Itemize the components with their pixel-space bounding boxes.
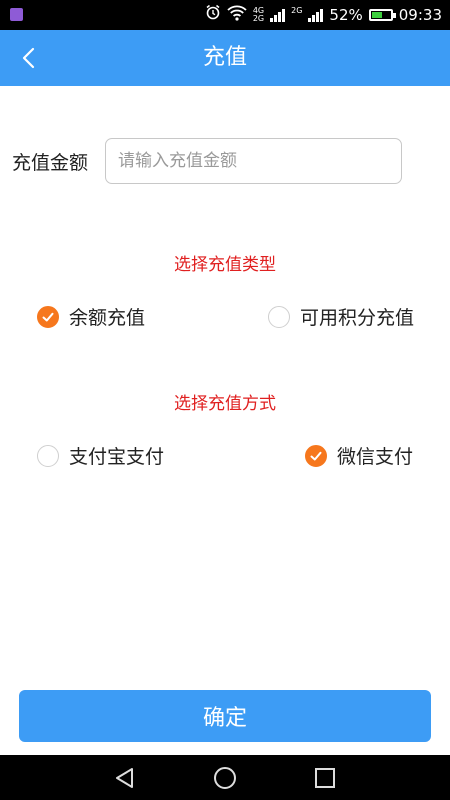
network2-label: 2G bbox=[291, 7, 302, 23]
option-points-recharge[interactable]: 可用积分充值 bbox=[268, 303, 414, 330]
page-title: 充值 bbox=[202, 45, 247, 70]
radio-wechat-pay[interactable] bbox=[305, 444, 327, 467]
radio-points-recharge[interactable] bbox=[268, 305, 290, 328]
payment-method-title: 选择充值方式 bbox=[174, 394, 276, 414]
recharge-type-title: 选择充值类型 bbox=[174, 255, 276, 275]
system-nav-bar bbox=[0, 755, 450, 800]
option-label: 微信支付 bbox=[337, 446, 414, 468]
option-label: 支付宝支付 bbox=[69, 446, 165, 468]
back-triangle-icon[interactable] bbox=[112, 765, 138, 791]
battery-percent: 52% bbox=[329, 6, 363, 24]
clock: 09:33 bbox=[398, 6, 442, 24]
wifi-icon bbox=[227, 5, 247, 25]
app-header: 充值 bbox=[0, 30, 450, 86]
amount-input[interactable] bbox=[105, 138, 402, 184]
network-bottom-label: 2G bbox=[252, 14, 265, 23]
amount-label: 充值金额 bbox=[12, 152, 89, 174]
battery-fill bbox=[371, 12, 383, 18]
notification-app-icon bbox=[10, 8, 23, 21]
signal-icon-1 bbox=[270, 8, 286, 22]
option-balance-recharge[interactable]: 余额充值 bbox=[37, 303, 145, 330]
battery-icon bbox=[368, 9, 396, 21]
status-icons: 4G 2G 2G 52% 09:33 bbox=[205, 4, 442, 26]
alarm-icon bbox=[205, 4, 221, 26]
option-wechat-pay[interactable]: 微信支付 bbox=[305, 442, 413, 469]
home-circle-icon[interactable] bbox=[212, 765, 238, 791]
confirm-button[interactable]: 确定 bbox=[19, 690, 431, 742]
radio-balance-recharge[interactable] bbox=[37, 305, 59, 328]
recents-square-icon[interactable] bbox=[312, 765, 338, 791]
signal-icon-2 bbox=[308, 8, 324, 22]
option-label: 余额充值 bbox=[69, 307, 146, 329]
option-alipay[interactable]: 支付宝支付 bbox=[37, 442, 164, 469]
status-bar: 4G 2G 2G 52% 09:33 bbox=[0, 0, 450, 30]
option-label: 可用积分充值 bbox=[300, 307, 415, 329]
radio-alipay[interactable] bbox=[37, 444, 59, 467]
network-type-label: 4G 2G bbox=[253, 7, 264, 23]
